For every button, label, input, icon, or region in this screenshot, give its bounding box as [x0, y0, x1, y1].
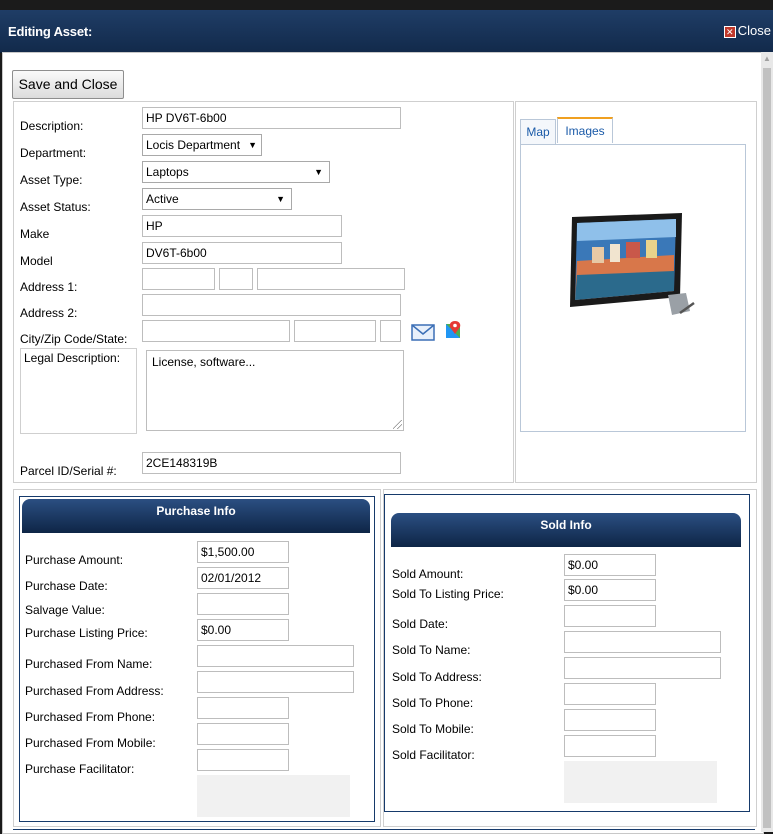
- city-zip-state-label: City/Zip Code/State:: [20, 332, 128, 346]
- purchase-listing-price-input[interactable]: $0.00: [197, 619, 289, 641]
- make-input[interactable]: HP: [142, 215, 342, 237]
- make-label: Make: [20, 227, 50, 241]
- sold-date-label: Sold Date:: [392, 617, 449, 631]
- dialog-body: Save and Close Description: HP DV6T-6b00…: [2, 52, 764, 834]
- legal-description-label: Legal Description:: [24, 351, 121, 365]
- sold-facilitator-input[interactable]: [564, 735, 656, 757]
- asset-status-value: Active: [146, 192, 179, 206]
- zip-input[interactable]: [294, 320, 376, 342]
- purchase-info-header: Purchase Info: [22, 499, 370, 533]
- department-value: Locis Department: [146, 138, 241, 152]
- purchase-date-label: Purchase Date:: [25, 579, 108, 593]
- sold-to-address-label: Sold To Address:: [392, 670, 482, 684]
- images-pane: [520, 144, 746, 432]
- legal-description-text: License, software...: [152, 355, 256, 369]
- model-input[interactable]: DV6T-6b00: [142, 242, 342, 264]
- purchased-from-name-label: Purchased From Name:: [25, 657, 153, 671]
- legal-description-textarea[interactable]: License, software...: [146, 350, 404, 431]
- media-panel: Map Images: [515, 101, 757, 483]
- department-label: Department:: [20, 146, 87, 160]
- chevron-down-icon: ▼: [276, 194, 285, 204]
- purchase-amount-input[interactable]: $1,500.00: [197, 541, 289, 563]
- parcel-input[interactable]: 2CE148319B: [142, 452, 401, 474]
- sold-to-name-label: Sold To Name:: [392, 643, 471, 657]
- asset-type-value: Laptops: [146, 165, 189, 179]
- parcel-label: Parcel ID/Serial #:: [20, 464, 117, 478]
- dialog-title: Editing Asset:: [8, 24, 93, 39]
- map-pin-icon[interactable]: [445, 320, 461, 340]
- address2-label: Address 2:: [20, 306, 78, 320]
- chevron-down-icon: ▼: [248, 140, 257, 150]
- scroll-up-arrow-icon[interactable]: ▲: [761, 52, 773, 66]
- city-input[interactable]: [142, 320, 290, 342]
- asset-type-select[interactable]: Laptops ▼: [142, 161, 330, 183]
- tab-map[interactable]: Map: [520, 119, 556, 144]
- purchased-from-mobile-label: Purchased From Mobile:: [25, 736, 156, 750]
- department-select[interactable]: Locis Department ▼: [142, 134, 262, 156]
- purchase-date-input[interactable]: 02/01/2012: [197, 567, 289, 589]
- purchased-from-name-input[interactable]: [197, 645, 354, 667]
- asset-type-label: Asset Type:: [20, 173, 83, 187]
- sold-listing-price-input[interactable]: $0.00: [564, 579, 656, 601]
- salvage-value-input[interactable]: [197, 593, 289, 615]
- sold-info-panel: Sold Info Sold Amount: $0.00 Sold To Lis…: [383, 489, 757, 827]
- legal-description-label-box: Legal Description:: [20, 348, 137, 434]
- sold-amount-input[interactable]: $0.00: [564, 554, 656, 576]
- address1-direction-input[interactable]: [219, 268, 253, 290]
- purchased-from-phone-label: Purchased From Phone:: [25, 710, 156, 724]
- salvage-value-label: Salvage Value:: [25, 603, 105, 617]
- tab-images[interactable]: Images: [557, 117, 613, 143]
- sold-info-header: Sold Info: [391, 513, 741, 547]
- purchased-from-address-label: Purchased From Address:: [25, 684, 164, 698]
- sold-to-phone-input[interactable]: [564, 683, 656, 705]
- resize-grip-icon[interactable]: [393, 420, 402, 429]
- close-label: Close: [737, 23, 771, 38]
- sold-to-name-input[interactable]: [564, 631, 721, 653]
- purchase-facilitator-input[interactable]: [197, 749, 289, 771]
- sold-to-mobile-label: Sold To Mobile:: [392, 722, 474, 736]
- purchase-facilitator-area: [197, 775, 350, 817]
- asset-image[interactable]: [562, 211, 702, 323]
- asset-status-select[interactable]: Active ▼: [142, 188, 292, 210]
- scrollbar-thumb[interactable]: [763, 68, 771, 828]
- asset-details-panel: Description: HP DV6T-6b00 Department: Lo…: [13, 101, 514, 483]
- purchase-facilitator-label: Purchase Facilitator:: [25, 762, 135, 776]
- sold-listing-price-label: Sold To Listing Price:: [392, 587, 504, 601]
- sold-to-address-input[interactable]: [564, 657, 721, 679]
- vertical-scrollbar[interactable]: ▲: [761, 52, 773, 832]
- sold-facilitator-label: Sold Facilitator:: [392, 748, 475, 762]
- dialog-titlebar: Editing Asset: ✕ Close: [0, 10, 773, 53]
- description-input[interactable]: HP DV6T-6b00: [142, 107, 401, 129]
- sold-date-input[interactable]: [564, 605, 656, 627]
- sold-to-phone-label: Sold To Phone:: [392, 696, 474, 710]
- address1-label: Address 1:: [20, 280, 78, 294]
- model-label: Model: [20, 254, 53, 268]
- address1-number-input[interactable]: [142, 268, 215, 290]
- chevron-down-icon: ▼: [314, 167, 323, 177]
- sold-amount-label: Sold Amount:: [392, 567, 464, 581]
- purchase-info-section: Purchase Info Purchase Amount: $1,500.00…: [19, 496, 375, 822]
- close-button[interactable]: ✕ Close: [723, 23, 771, 38]
- top-strip: [0, 0, 773, 10]
- address1-street-input[interactable]: [257, 268, 405, 290]
- save-and-close-button[interactable]: Save and Close: [12, 70, 124, 99]
- purchase-listing-price-label: Purchase Listing Price:: [25, 626, 148, 640]
- address2-input[interactable]: [142, 294, 401, 316]
- sold-facilitator-area: [564, 761, 717, 803]
- state-input[interactable]: [380, 320, 401, 342]
- envelope-icon[interactable]: [411, 322, 437, 342]
- sold-info-section: Sold Info Sold Amount: $0.00 Sold To Lis…: [384, 494, 750, 812]
- purchased-from-phone-input[interactable]: [197, 697, 289, 719]
- purchased-from-address-input[interactable]: [197, 671, 354, 693]
- asset-status-label: Asset Status:: [20, 200, 91, 214]
- purchase-amount-label: Purchase Amount:: [25, 553, 124, 567]
- sold-to-mobile-input[interactable]: [564, 709, 656, 731]
- purchase-info-panel: Purchase Info Purchase Amount: $1,500.00…: [13, 489, 381, 827]
- description-label: Description:: [20, 119, 84, 133]
- close-icon: ✕: [723, 26, 736, 38]
- purchased-from-mobile-input[interactable]: [197, 723, 289, 745]
